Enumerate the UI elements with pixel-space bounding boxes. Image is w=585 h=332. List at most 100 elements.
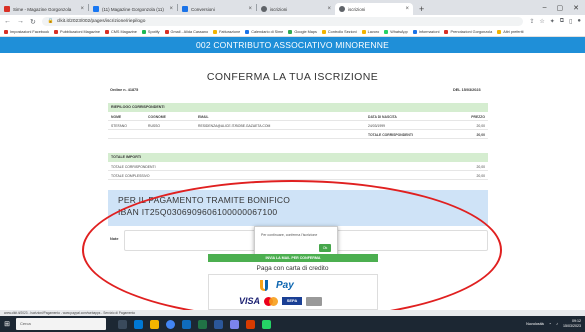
bookmark-item[interactable]: Spotify (141, 30, 160, 34)
upay-mark-icon (260, 280, 268, 291)
order-date: DEL 15/03/2023 (453, 88, 481, 92)
new-tab-button[interactable]: + (413, 3, 430, 15)
tab-title: Sime - Magazine Gorgonzola (13, 6, 72, 12)
bookmark-favicon-icon (444, 30, 449, 34)
file-explorer-icon[interactable] (150, 319, 159, 329)
bookmark-item[interactable]: Gmail - Alida Cassano (164, 30, 208, 34)
cell-data-nascita: 24/03/1999 (368, 123, 385, 128)
totali-section-header: TOTALE IMPORTI (108, 153, 488, 162)
spotify-icon (141, 30, 146, 34)
star-icon[interactable]: ☆ (539, 18, 544, 25)
taskbar-clock[interactable]: 09:12 15/03/2023 (563, 319, 581, 329)
chrome-icon[interactable] (166, 319, 175, 329)
totali-label: TOTALE COMPLESSIVO (111, 173, 150, 178)
bookmark-item[interactable]: Pubblicazioni Magazine (54, 30, 100, 34)
powerpoint-icon[interactable] (246, 319, 255, 329)
close-tab-icon[interactable]: × (248, 6, 252, 12)
edge-icon[interactable] (134, 319, 143, 329)
maximize-icon[interactable]: ▢ (557, 4, 564, 12)
bookmark-item[interactable]: Altri preferiti (497, 30, 524, 34)
column-header: COGNOME (148, 114, 166, 119)
bookmark-item[interactable]: Controllo Sezioni (321, 30, 357, 34)
sime-favicon-icon (4, 6, 10, 12)
cell-nome: STEFANO (111, 123, 127, 128)
bookmark-favicon-icon (4, 30, 8, 34)
conversioni-favicon-icon (182, 6, 188, 12)
bookmark-item[interactable]: Prenotazioni Gorgonzola (444, 30, 492, 34)
bookmark-item[interactable]: Fatturazione (213, 30, 240, 34)
sepa-logo: SEPA (282, 297, 303, 305)
bookmark-item[interactable]: Impostazioni Facebook (4, 30, 49, 34)
teams-icon[interactable] (230, 319, 239, 329)
windows-start-icon[interactable]: ⊞ (0, 316, 14, 332)
bookmark-item[interactable]: WhatsApp (384, 30, 408, 34)
wifi-icon[interactable]: ◔ (549, 322, 551, 326)
volume-icon[interactable]: ♪ (556, 322, 558, 326)
globe-icon (261, 6, 267, 12)
close-window-icon[interactable]: ✕ (573, 4, 579, 12)
total-value: 20,00 (476, 132, 486, 137)
bookmark-item[interactable]: Calendario di Sime (245, 30, 283, 34)
card-payment-box[interactable]: Pay VISA SEPA (208, 274, 378, 310)
bookmark-favicon-icon (412, 30, 417, 34)
profile-icon[interactable]: ● (577, 18, 581, 25)
bookmark-item[interactable]: Informazioni (412, 30, 439, 34)
tab-iscrizioni[interactable]: iscrizioni × (257, 3, 335, 15)
totali-value: 20,00 (476, 164, 486, 169)
system-tray: Nuvolosità ◔ ♪ 09:12 15/03/2023 (526, 319, 585, 329)
globe-icon (339, 6, 345, 12)
iban-text: IBAN IT25Q0306909606100000067100 (118, 207, 278, 217)
outlook-icon[interactable] (182, 319, 191, 329)
whatsapp-taskbar-icon[interactable] (262, 319, 271, 329)
back-icon[interactable]: ← (4, 18, 11, 25)
close-tab-icon[interactable]: × (327, 6, 331, 12)
column-header: PREZZO (471, 114, 485, 119)
folder-icon (497, 30, 502, 34)
bookmark-favicon-icon (321, 30, 326, 34)
close-tab-icon[interactable]: × (80, 6, 84, 12)
table-row: TOTALE COMPLESSIVO 20,00 (108, 172, 488, 180)
folder-icon (361, 30, 366, 34)
tab-sime-magazine[interactable]: Sime - Magazine Gorgonzola × (0, 3, 88, 15)
bookmark-item[interactable]: Lavoro (361, 30, 379, 34)
excel-icon[interactable] (198, 319, 207, 329)
close-tab-icon[interactable]: × (169, 6, 173, 12)
maps-icon (288, 30, 293, 34)
url-input[interactable]: 🔒 clkit.it/2023/002/pages/iscrizione/rie… (41, 17, 524, 26)
note-label: Note (110, 237, 119, 241)
bookmark-favicon-icon (213, 30, 218, 34)
forward-icon[interactable]: → (17, 18, 24, 25)
card-generic-icon (306, 296, 323, 306)
bookmark-item[interactable]: CMS Magazine (104, 30, 137, 34)
weather-label[interactable]: Nuvolosità (526, 322, 544, 326)
page-title: CONFERMA LA TUA ISCRIZIONE (206, 71, 379, 83)
extension-icon[interactable]: ✦ (550, 18, 555, 25)
send-mail-button[interactable]: INVIA LA MAIL PER CONFERMA (208, 254, 378, 262)
dialog-ok-button[interactable]: Ok (319, 244, 331, 252)
close-tab-icon[interactable]: × (405, 6, 409, 12)
table-row: TOTALE CORRISPONDENTI 20,00 (108, 163, 488, 171)
puzzle-icon[interactable]: ⧉ (560, 18, 564, 25)
taskbar-apps (118, 319, 271, 329)
whatsapp-icon (384, 30, 389, 34)
bookmark-item[interactable]: Google Maps (288, 30, 317, 34)
tab-facebook-magazine[interactable]: (11) Magazine Gorgonzola (11) × (89, 3, 177, 15)
upay-logo: Pay (259, 279, 294, 291)
tab-title: (11) Magazine Gorgonzola (11) (102, 6, 164, 12)
word-icon[interactable] (214, 319, 223, 329)
riepilogo-total-row: TOTALE CORRISPONDENTI 20,00 (108, 131, 488, 139)
totali-label: TOTALE CORRISPONDENTI (111, 164, 156, 169)
minimize-icon[interactable]: – (543, 4, 547, 12)
task-view-icon[interactable] (118, 319, 127, 329)
mastercard-logo-icon (264, 296, 279, 306)
share-icon[interactable]: ⇪ (529, 18, 534, 25)
reload-icon[interactable]: ↻ (30, 18, 36, 26)
address-toolbar: ← → ↻ 🔒 clkit.it/2023/002/pages/iscrizio… (0, 15, 585, 28)
tab-conversioni[interactable]: Conversioni × (178, 3, 256, 15)
cell-cognome: RUSSO (148, 123, 161, 128)
card-payment-title: Paga con carta di credito (256, 265, 329, 272)
tab-iscrizioni-active[interactable]: iscrizioni × (335, 3, 413, 15)
sidebar-icon[interactable]: ▯ (569, 18, 572, 25)
column-header: DATA DI NASCITA (368, 114, 397, 119)
taskbar-search-input[interactable]: Cerca (16, 318, 106, 330)
